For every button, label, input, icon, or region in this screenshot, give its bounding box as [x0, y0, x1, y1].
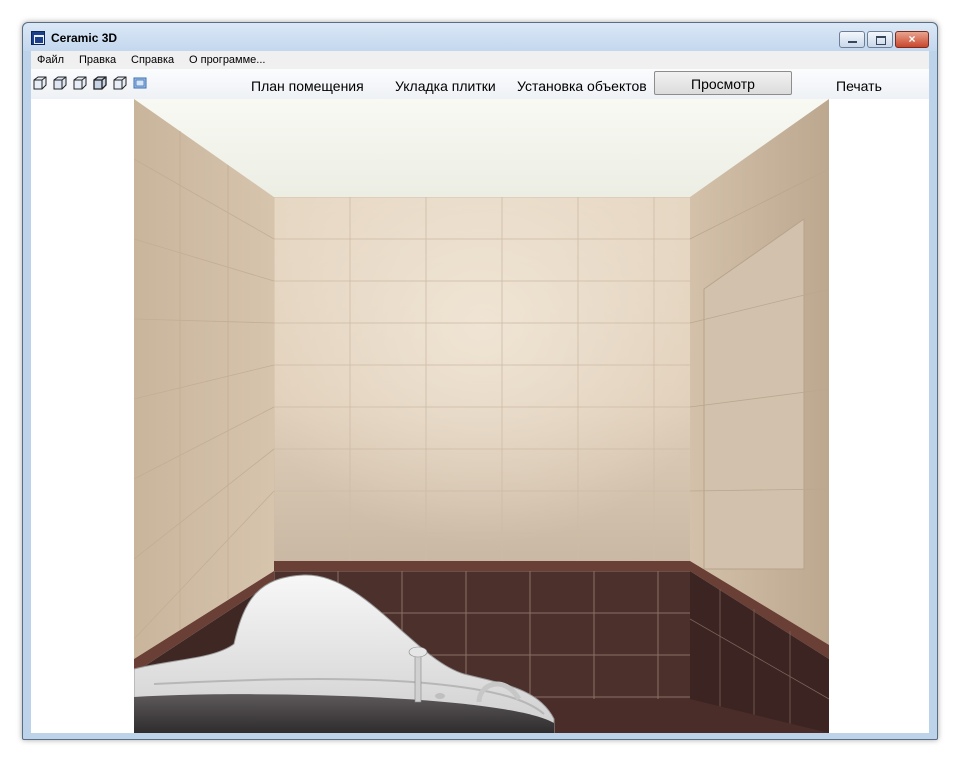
menu-file[interactable]: Файл: [37, 54, 64, 66]
app-window: Ceramic 3D × Файл Правка Справка О прогр…: [22, 22, 938, 740]
close-button[interactable]: ×: [895, 31, 929, 48]
render-viewport[interactable]: [134, 99, 829, 733]
view-cube-2-icon[interactable]: [53, 76, 67, 90]
maximize-button[interactable]: [867, 31, 893, 48]
view-cube-5-icon[interactable]: [113, 76, 127, 90]
faucet-icon: [414, 653, 422, 703]
bathroom-3d-render: [134, 99, 829, 733]
minimize-icon: [848, 41, 857, 43]
tab-room-plan[interactable]: План помещения: [251, 78, 364, 94]
menu-about[interactable]: О программе...: [189, 54, 265, 66]
menu-help[interactable]: Справка: [131, 54, 174, 66]
client-area: Файл Правка Справка О программе... План …: [31, 51, 929, 733]
menu-bar: Файл Правка Справка О программе...: [31, 51, 929, 69]
tab-tile-layout[interactable]: Укладка плитки: [395, 78, 496, 94]
app-icon: [31, 31, 45, 45]
minimize-button[interactable]: [839, 31, 865, 48]
tab-object-placement[interactable]: Установка объектов: [517, 78, 647, 94]
view-cube-3-icon[interactable]: [73, 76, 87, 90]
border-strip: [274, 561, 690, 571]
left-wall: [134, 99, 274, 659]
maximize-icon: [876, 36, 886, 45]
view-cube-4-icon[interactable]: [93, 76, 107, 90]
tab-print[interactable]: Печать: [836, 78, 882, 94]
title-bar[interactable]: Ceramic 3D ×: [23, 23, 937, 51]
view-cube-1-icon[interactable]: [33, 76, 47, 90]
tab-preview[interactable]: Просмотр: [654, 71, 792, 95]
menu-edit[interactable]: Правка: [79, 54, 116, 66]
render-view-icon[interactable]: [133, 76, 147, 90]
window-title: Ceramic 3D: [51, 31, 118, 45]
close-icon: ×: [908, 32, 916, 46]
